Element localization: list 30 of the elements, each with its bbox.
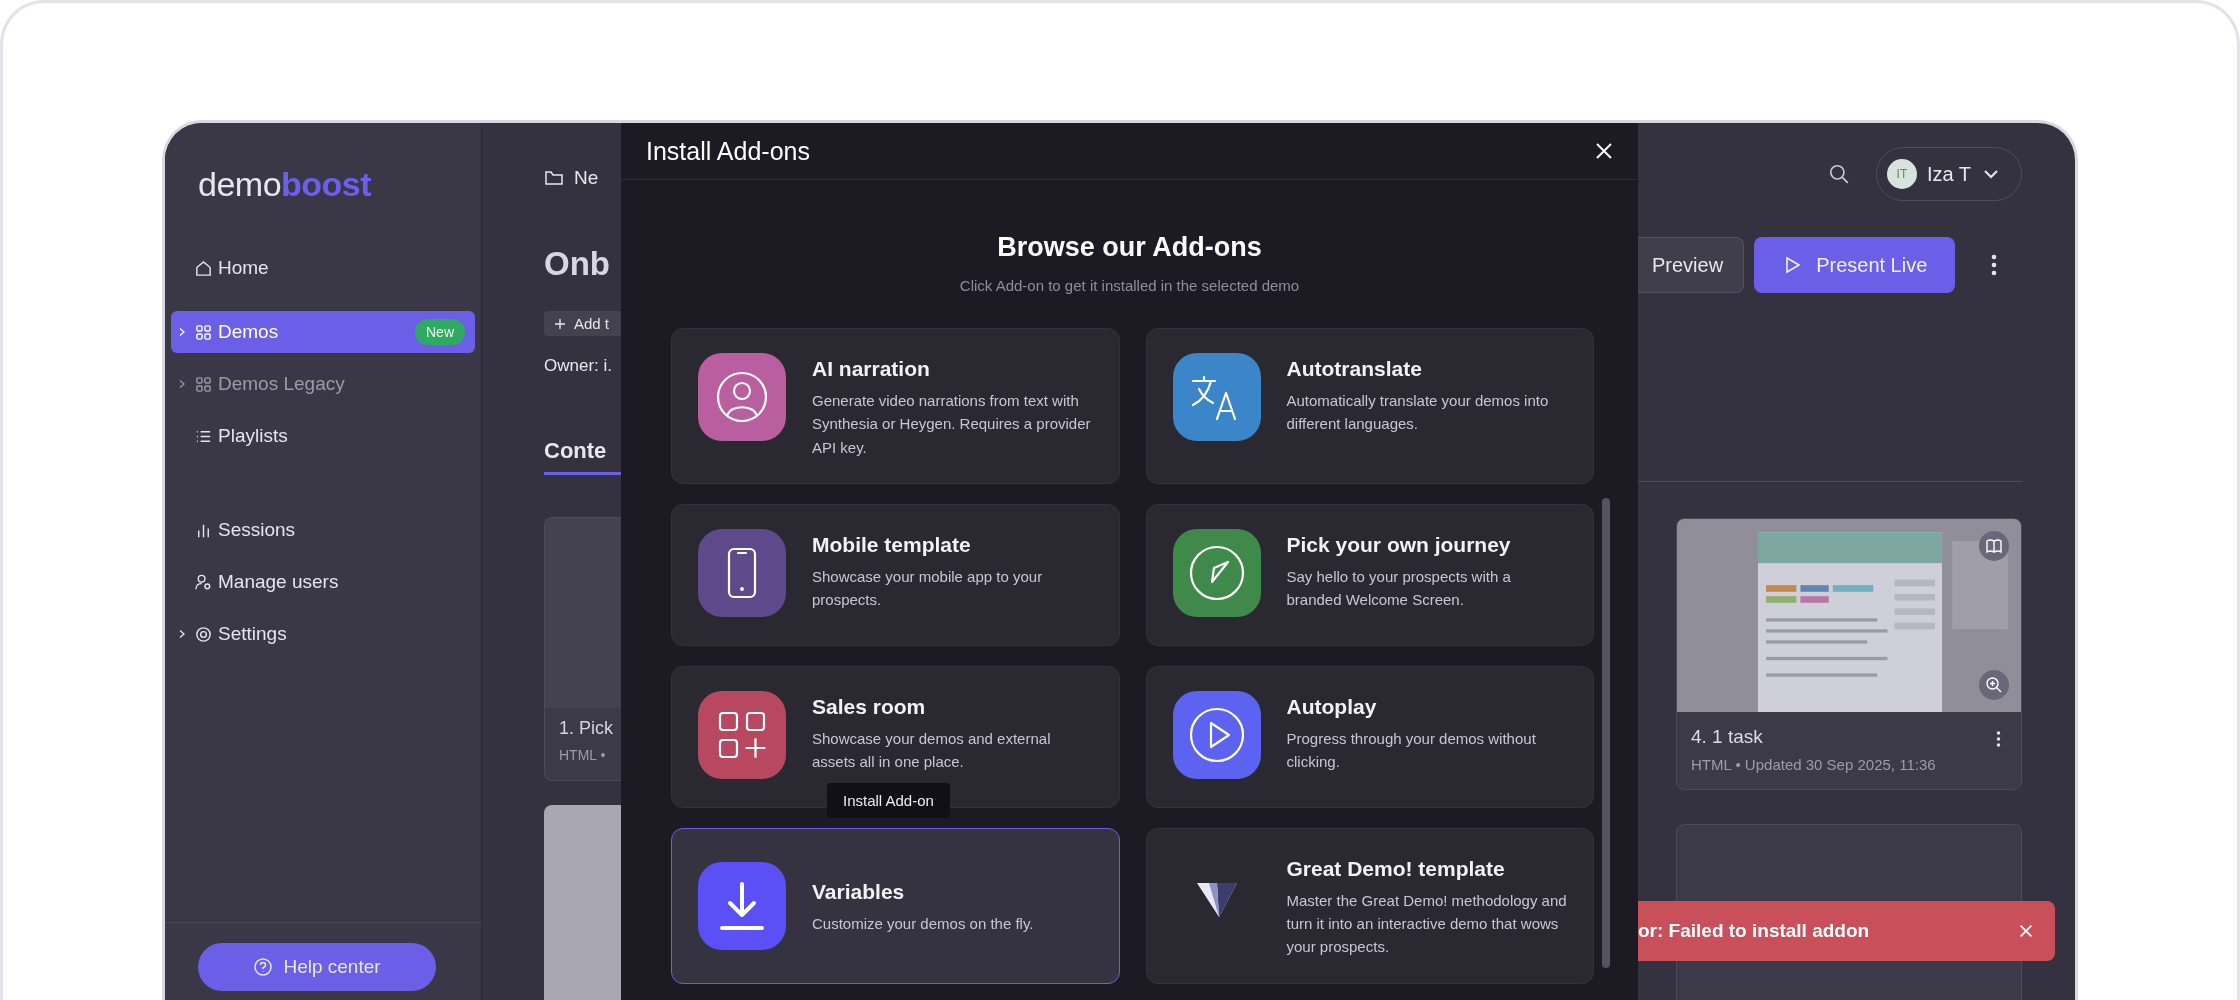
addon-description: Automatically translate your demos into different languages.: [1286, 391, 1550, 435]
card-meta: HTML • Updated 30 Sep 2025, 11:36: [1691, 756, 1936, 773]
addon-description: Generate video narrations from text with Synthesia or Heygen. Requires a provider API key.: [812, 391, 1092, 458]
card-title: 4. 1 task: [1691, 726, 1764, 748]
addon-title: Autoplay: [1286, 694, 1378, 719]
avatar: IT: [1886, 159, 1917, 189]
addon-description: Master the Great Demo! methodology and turn it into an interactive demo that wows your prospects.: [1286, 890, 1567, 958]
tooltip: Install Add-on: [827, 782, 950, 818]
addon-title: Autotranslate: [1286, 357, 1423, 381]
modal-title: Install Add-ons: [646, 136, 810, 166]
owner-text: Owner: i.: [544, 356, 614, 376]
modal-heading: Browse our Add-ons: [996, 232, 1263, 263]
addon-description: Showcase your demos and external assets all in one place.: [812, 728, 1052, 772]
addon-title: Variables: [812, 880, 906, 904]
modal-subtitle: Click Add-on to get it installed in the selected demo: [958, 277, 1301, 294]
addon-description: Progress through your demos without clicking.: [1286, 728, 1537, 772]
addon-title: Pick your own journey: [1286, 532, 1512, 557]
toast-message: or: Failed to install addon: [1638, 920, 1870, 942]
addon-title: Sales room: [812, 694, 927, 719]
addon-description: Customize your demos on the fly.: [812, 914, 1034, 934]
addon-title: Mobile template: [812, 532, 972, 557]
card-title: 1. Pick: [558, 717, 615, 739]
addon-title: AI narration: [812, 357, 931, 381]
logo: demoboost: [197, 164, 373, 205]
card-meta: HTML •: [558, 746, 607, 763]
addon-description: Say hello to your prospects with a branded Welcome Screen.: [1286, 566, 1512, 610]
addon-title: Great Demo! template: [1286, 856, 1506, 881]
addon-description: Showcase your mobile app to your prospects.: [812, 566, 1044, 610]
new-badge: New: [415, 319, 465, 345]
page-title: Onb: [544, 245, 611, 283]
